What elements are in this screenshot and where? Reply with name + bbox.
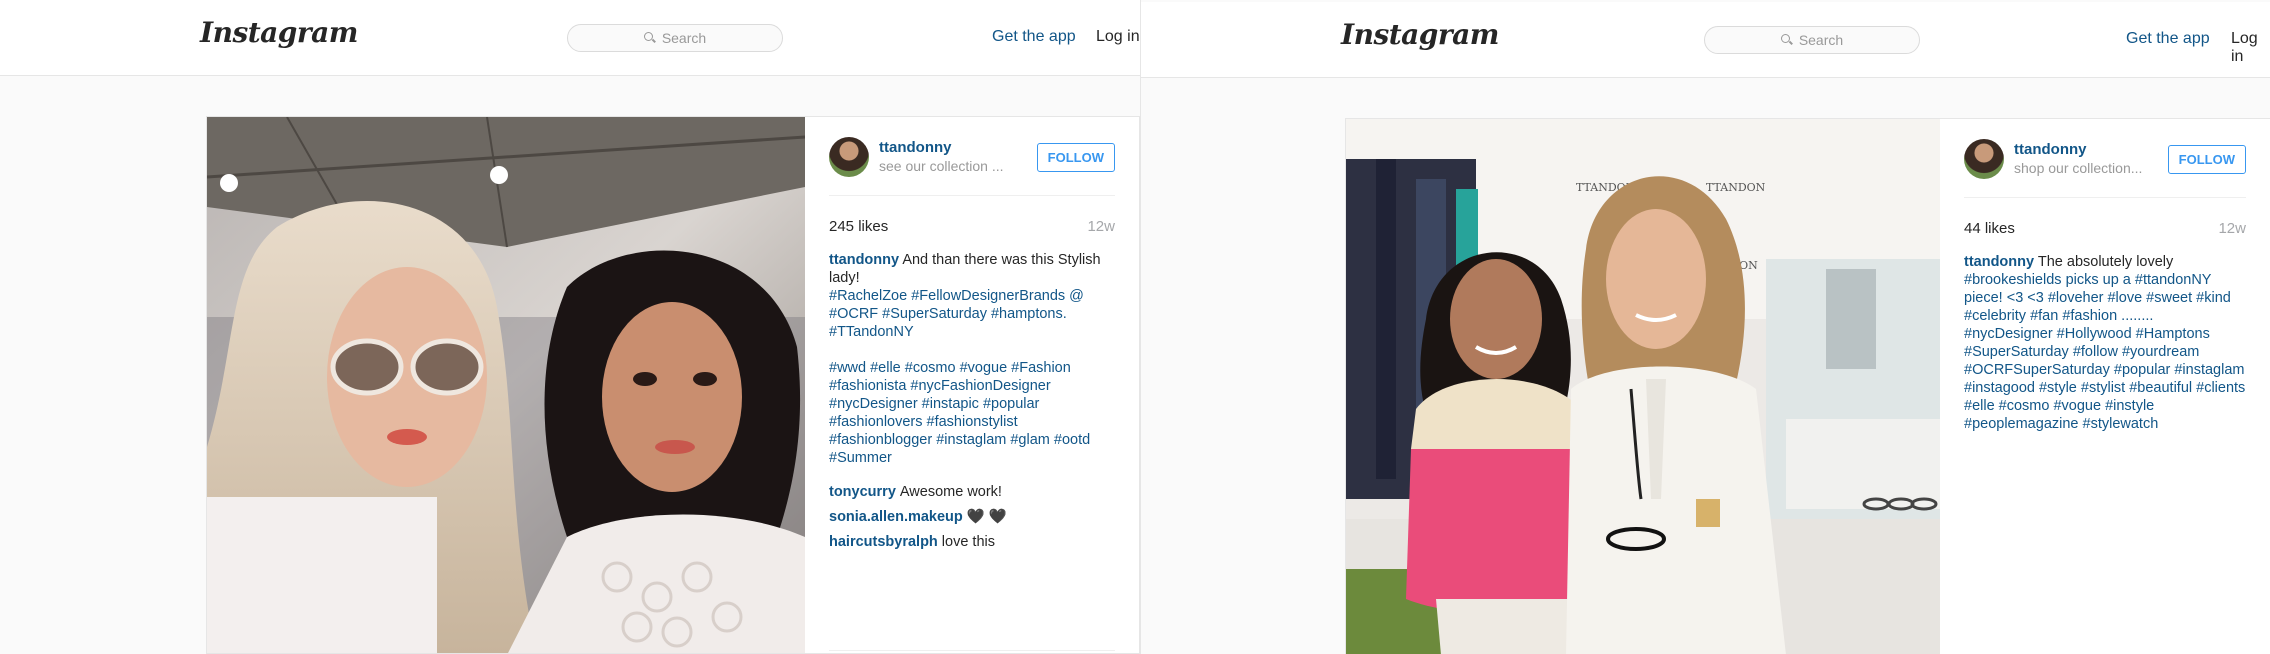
log-in-link[interactable]: Log in (1096, 28, 1140, 46)
post-stats: 245 likes 12w (829, 196, 1115, 251)
post-photo-image: TTANDON TTANDON TANDON (1346, 119, 1940, 654)
user-info: ttandonny see our collection ... (879, 139, 1027, 175)
user-subtitle: see our collection ... (879, 157, 1004, 174)
post-card: TTANDON TTANDON TANDON (1345, 118, 2270, 654)
avatar[interactable] (829, 137, 869, 177)
avatar[interactable] (1964, 139, 2004, 179)
post-photo-image (207, 117, 805, 653)
search-input[interactable]: Search (567, 24, 783, 52)
comment-username-link[interactable]: sonia.allen.makeup (829, 509, 963, 525)
comment-item: sonia.allen.makeup 🖤 🖤 (829, 508, 1115, 526)
caption-text: The absolutely lovely (2037, 254, 2174, 270)
post-caption: ttandonny The absolutely lovely #brookes… (1964, 253, 2246, 433)
follow-button[interactable]: FOLLOW (2167, 144, 2246, 174)
search-input[interactable]: Search (1704, 26, 1920, 54)
post-details-panel: ttandonny see our collection ... FOLLOW … (805, 117, 1139, 653)
post-caption: ttandonny And than there was this Stylis… (829, 251, 1115, 467)
username-link[interactable]: ttandonny (2014, 141, 2158, 160)
instagram-logo[interactable]: Instagram (200, 16, 358, 49)
comment-item: haircutsbyralph love this (829, 533, 1115, 551)
caption-username-link[interactable]: ttandonny (1964, 254, 2034, 270)
caption-hashtags-1[interactable]: #RachelZoe #FellowDesignerBrands @ #OCRF… (829, 288, 1084, 340)
screenshot-stage: Instagram Search Get the app Log in ttan… (0, 0, 2270, 654)
top-navigation-bar: Instagram Search Get the app Log in (0, 0, 1140, 76)
search-icon (1780, 34, 1793, 46)
likes-count[interactable]: 245 likes (829, 218, 888, 235)
post-details-panel: ttandonny shop our collection... FOLLOW … (1940, 119, 2270, 654)
post-card: ttandonny see our collection ... FOLLOW … (206, 116, 1140, 654)
right-instagram-page: Instagram Search Get the app Log in TTAN… (1140, 0, 2270, 654)
user-info: ttandonny shop our collection... (2014, 141, 2158, 177)
username-link[interactable]: ttandonny (879, 139, 1027, 158)
caption-hashtags[interactable]: #brookeshields picks up a #ttandonNY pie… (1964, 272, 2245, 432)
caption-username-link[interactable]: ttandonny (829, 252, 899, 268)
user-subtitle: shop our collection... (2014, 159, 2143, 176)
comment-text: love this (941, 534, 995, 550)
post-header: ttandonny shop our collection... FOLLOW (1964, 139, 2246, 198)
search-placeholder: Search (661, 30, 707, 46)
top-navigation-bar: Instagram Search Get the app Log in (1141, 2, 2270, 78)
comment-username-link[interactable]: haircutsbyralph (829, 534, 938, 550)
post-header: ttandonny see our collection ... FOLLOW (829, 137, 1115, 196)
comment-item: tonycurry Awesome work! (829, 483, 1115, 501)
get-the-app-link[interactable]: Get the app (2126, 30, 2210, 48)
post-age[interactable]: 12w (1087, 218, 1115, 235)
comment-text: Awesome work! (899, 484, 1002, 500)
comment-text: 🖤 🖤 (966, 509, 1007, 525)
banner-text: TTANDON (1706, 181, 1766, 194)
comment-username-link[interactable]: tonycurry (829, 484, 896, 500)
instagram-logo[interactable]: Instagram (1341, 18, 1499, 51)
likes-count[interactable]: 44 likes (1964, 220, 2015, 237)
post-photo[interactable] (207, 117, 805, 653)
post-age[interactable]: 12w (2218, 220, 2246, 237)
search-icon (643, 32, 656, 44)
search-placeholder: Search (1798, 32, 1844, 48)
post-photo[interactable]: TTANDON TTANDON TANDON (1346, 119, 1940, 654)
follow-button[interactable]: FOLLOW (1036, 142, 1115, 172)
post-stats: 44 likes 12w (1964, 198, 2246, 253)
log-in-link[interactable]: Log in (2231, 30, 2270, 66)
left-instagram-page: Instagram Search Get the app Log in ttan… (0, 0, 1140, 654)
panel-divider (829, 650, 1115, 651)
get-the-app-link[interactable]: Get the app (992, 28, 1076, 46)
caption-hashtags-2[interactable]: #wwd #elle #cosmo #vogue #Fashion #fashi… (829, 360, 1090, 466)
